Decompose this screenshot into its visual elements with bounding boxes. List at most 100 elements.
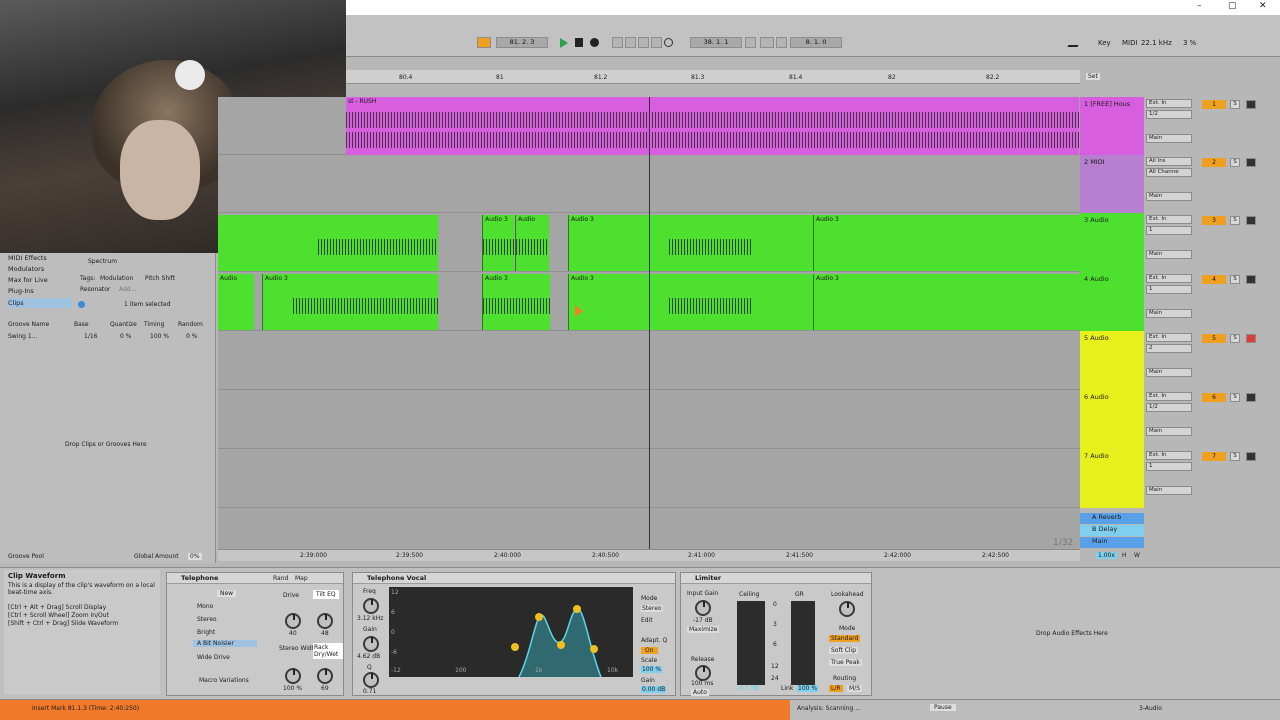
track-name[interactable]: 3 Audio [1084, 216, 1109, 224]
browser-category-plug-ins[interactable]: Plug-Ins [8, 286, 34, 296]
global-amount-value[interactable]: 0% [188, 553, 202, 560]
record-icon[interactable] [590, 38, 599, 47]
punch-in-button[interactable] [745, 37, 756, 48]
capture-midi-button[interactable] [651, 37, 662, 48]
loop-length-field[interactable]: 8. 1. 0 [790, 37, 842, 48]
arm-button[interactable] [1246, 158, 1256, 167]
arm-button[interactable] [1246, 275, 1256, 284]
session-record-icon[interactable] [664, 38, 673, 47]
solo-button[interactable]: S [1230, 393, 1240, 402]
adaptive-q-toggle[interactable]: On [641, 647, 658, 654]
track-name[interactable]: 4 Audio [1084, 275, 1109, 283]
re-enable-automation-button[interactable] [638, 37, 649, 48]
track-header-7[interactable]: 7 Audio [1080, 449, 1144, 508]
tag-modulation[interactable]: Modulation [100, 275, 133, 282]
rack-title[interactable]: Telephone [167, 573, 343, 584]
variation-wide-drive[interactable]: Wide Drive [197, 654, 230, 661]
return-track-a[interactable]: A Reverb [1080, 513, 1144, 524]
limiter-title[interactable]: Limiter [681, 573, 871, 584]
draw-mode-icon[interactable] [1067, 38, 1083, 47]
groove-quantize[interactable]: 0 % [120, 333, 131, 340]
main-track[interactable]: Main [1080, 537, 1144, 548]
gain-knob[interactable] [363, 636, 379, 652]
stereo-width-knob[interactable] [285, 668, 301, 684]
spectrum-item[interactable]: Spectrum [88, 258, 117, 265]
clip-rush[interactable]: st - RUSH [346, 97, 1079, 155]
clip-audio[interactable]: Audio [218, 274, 254, 330]
input-channel-select[interactable]: 1 [1146, 285, 1192, 294]
limiter-device[interactable]: Limiter Input Gain -17 dB Maximize Relea… [680, 572, 872, 696]
solo-button[interactable]: S [1230, 452, 1240, 461]
track-header-5[interactable]: 5 Audio [1080, 331, 1144, 390]
browser-category-modulators[interactable]: Modulators [8, 264, 44, 274]
eq-title[interactable]: Telephone Vocal [353, 573, 675, 584]
arrangement-ruler[interactable]: 80.4 81 81.2 81.3 81.4 82 82.2 [346, 70, 1080, 84]
clip-audio-short[interactable]: Audio [515, 215, 549, 271]
track-name[interactable]: 2 MIDI [1084, 158, 1105, 166]
arm-button[interactable] [1246, 452, 1256, 461]
track-header-2[interactable]: 2 MIDI [1080, 155, 1144, 213]
track-header-6[interactable]: 6 Audio [1080, 390, 1144, 449]
punch-out-button[interactable] [776, 37, 787, 48]
solo-button[interactable]: S [1230, 216, 1240, 225]
output-select[interactable]: Main [1146, 134, 1192, 143]
track-name[interactable]: 5 Audio [1084, 334, 1109, 342]
automation-arm-button[interactable] [625, 37, 636, 48]
arrangement-position[interactable]: 81. 2. 3 [496, 37, 548, 48]
input-type-select[interactable]: Ext. In [1146, 99, 1192, 108]
input-channel-select[interactable]: 1 [1146, 226, 1192, 235]
standard-mode-button[interactable]: Standard [829, 635, 861, 642]
maximize-button[interactable]: Maximize [687, 626, 720, 633]
return-track-b[interactable]: B Delay [1080, 525, 1144, 536]
map-button[interactable]: Map [295, 575, 308, 582]
drive-knob[interactable] [285, 613, 301, 629]
solo-button[interactable]: S [1230, 334, 1240, 343]
output-select[interactable]: Main [1146, 192, 1192, 201]
arm-button[interactable] [1246, 216, 1256, 225]
release-knob[interactable] [695, 665, 711, 681]
loop-start-field[interactable]: 38. 1. 1 [690, 37, 742, 48]
variation-stereo[interactable]: Stereo [197, 616, 217, 623]
solo-button[interactable]: S [1230, 100, 1240, 109]
input-type-select[interactable]: Ext. In [1146, 333, 1192, 342]
eq-display[interactable]: 12 6 0 -6 -12 100 1k 10k [389, 587, 633, 678]
groove-name[interactable]: Swing 1... [8, 333, 37, 340]
tag-add[interactable]: Add... [119, 286, 136, 293]
track-name[interactable]: 7 Audio [1084, 452, 1109, 460]
true-peak-button[interactable]: True Peak [829, 659, 862, 666]
track-name[interactable]: 6 Audio [1084, 393, 1109, 401]
clip-audio3[interactable]: Audio 3 [568, 215, 813, 271]
auto-release-button[interactable]: Auto [691, 689, 709, 696]
groove-timing[interactable]: 100 % [150, 333, 169, 340]
input-channel-select[interactable]: 1/2 [1146, 110, 1192, 119]
input-gain-knob[interactable] [695, 600, 711, 616]
output-select[interactable]: Main [1146, 368, 1192, 377]
maximize-button[interactable]: ▢ [1228, 1, 1237, 11]
set-locator-button[interactable]: Set [1086, 73, 1100, 80]
track-header-4[interactable]: 4 Audio [1080, 272, 1144, 331]
output-select[interactable]: Main [1146, 486, 1192, 495]
groove-random[interactable]: 0 % [186, 333, 197, 340]
new-variation-button[interactable]: New [217, 590, 237, 597]
tag-resonator[interactable]: Resonator [80, 286, 110, 293]
track-header-1[interactable]: 1 [FREE] Hous [1080, 97, 1144, 155]
input-type-select[interactable]: Ext. In [1146, 392, 1192, 401]
clip-audio3[interactable]: Audio 3 [262, 274, 438, 330]
solo-button[interactable]: S [1230, 275, 1240, 284]
track-activator[interactable]: 3 [1202, 216, 1226, 225]
arrangement-view[interactable]: st - RUSH Audio 3 Audio Audio 3 Audio 3 … [218, 97, 1080, 549]
groove-base[interactable]: 1/16 [84, 333, 97, 340]
loop-switch[interactable] [760, 37, 774, 48]
play-icon[interactable] [560, 38, 568, 48]
ms-button[interactable]: M/S [847, 685, 863, 692]
arm-button[interactable] [1246, 393, 1256, 402]
input-channel-select[interactable]: 2 [1146, 344, 1192, 353]
browser-category-clips[interactable]: Clips [8, 298, 72, 308]
eq-device[interactable]: Telephone Vocal Freq 3.12 kHz Gain 4.62 … [352, 572, 676, 696]
output-select[interactable]: Main [1146, 250, 1192, 259]
output-select[interactable]: Main [1146, 427, 1192, 436]
browser-category-midi-effects[interactable]: MIDI Effects [8, 253, 47, 263]
variation-a-bit-noisier[interactable]: A Bit Noisier [193, 640, 257, 647]
stop-icon[interactable] [575, 38, 583, 47]
tilt-knob[interactable] [317, 613, 333, 629]
